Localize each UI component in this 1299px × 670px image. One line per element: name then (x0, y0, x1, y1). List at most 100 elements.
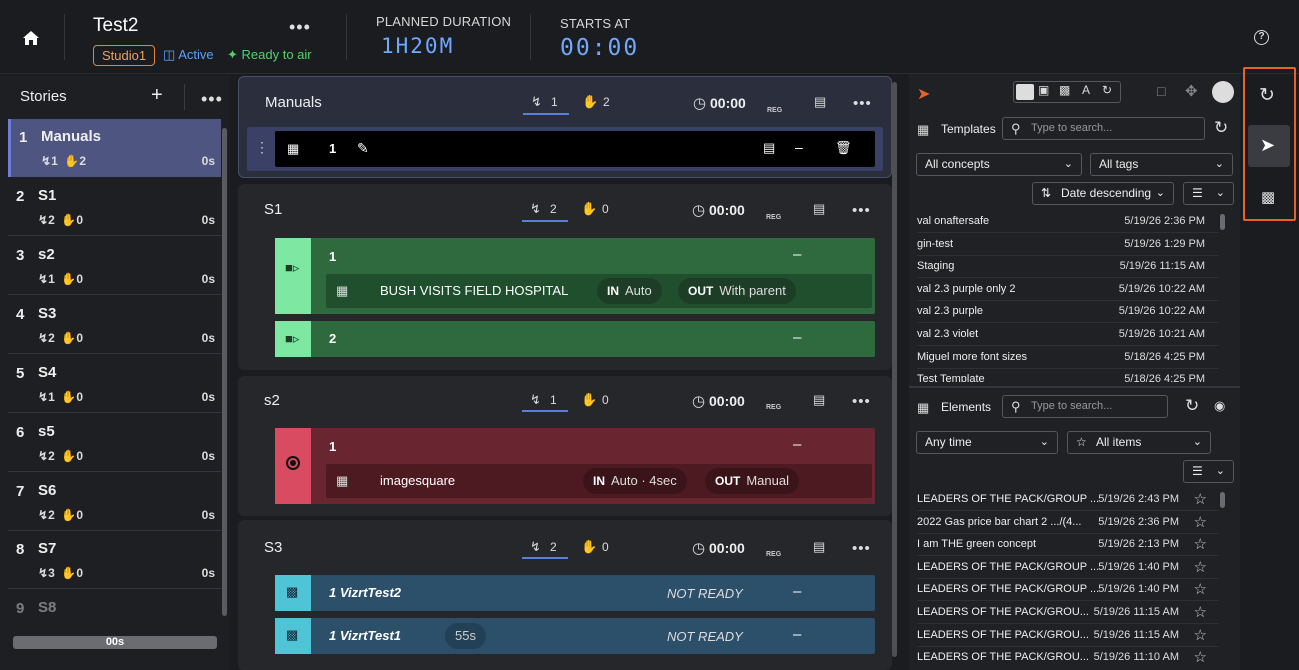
send-panel-button[interactable]: ➤ (1248, 125, 1290, 167)
card-more-icon[interactable]: ••• (852, 541, 871, 556)
reg-icon[interactable]: REG (767, 107, 782, 114)
home-icon[interactable] (22, 30, 40, 46)
script-icon[interactable]: ▤ (813, 539, 825, 555)
search-icon: ⚲ (1011, 121, 1021, 136)
image-view-icon[interactable]: ▣ (1038, 83, 1049, 97)
list-item[interactable]: val 2.3 violet 5/19/26 10:21 AM (917, 324, 1219, 346)
list-item[interactable]: LEADERS OF THE PACK/GROU... 5/19/26 11:10… (917, 647, 1219, 663)
list-item[interactable]: val 2.3 purple only 2 5/19/26 10:22 AM (917, 279, 1219, 301)
list-item[interactable]: LEADERS OF THE PACK/GROU... 5/19/26 11:15… (917, 625, 1219, 647)
list-item[interactable]: Test Template 5/18/26 4:25 PM (917, 369, 1219, 382)
video-block[interactable]: ■▹ 1 – ▦ BUSH VISITS FIELD HOSPITAL IN Au… (275, 238, 875, 314)
image-icon (286, 456, 300, 470)
list-item[interactable]: LEADERS OF THE PACK/GROUP ... 5/19/26 2:4… (917, 489, 1219, 511)
card-more-icon[interactable]: ••• (852, 203, 871, 218)
video-block[interactable]: ■▹ 2 – (275, 321, 875, 357)
script-icon[interactable]: ▤ (813, 201, 825, 217)
elements-scrollbar[interactable] (1220, 492, 1225, 508)
script-icon[interactable]: ▤ (814, 94, 826, 110)
story-item[interactable]: 8 S7 ↯3 ✋0 0s (8, 531, 221, 589)
text-view-icon[interactable]: A (1082, 83, 1090, 97)
concepts-dropdown[interactable]: All concepts ⌄ (916, 153, 1082, 176)
manual-row[interactable]: ⋮⋮ ▦ 1 ✎ ▤ – 🗑 (247, 127, 883, 171)
image-block[interactable]: 1 – ▦ imagesquare IN Auto · 4sec OUT Manua… (275, 428, 875, 504)
list-item[interactable]: Staging 5/19/26 11:15 AM (917, 256, 1219, 278)
list-view-dropdown[interactable]: ☰ ⌄ (1183, 460, 1234, 483)
delete-icon[interactable]: 🗑 (835, 140, 852, 156)
story-card-s3[interactable]: S3 ↯ 2 ✋ 0 ◷ 00:00 REG ▤ ••• ▩ 1 VizrtTe… (238, 520, 892, 670)
refresh-icon[interactable]: ↻ (1185, 396, 1199, 416)
story-card-manuals[interactable]: Manuals ↯ 1 ✋ 2 ◷ 00:00 REG ▤ ••• ⋮⋮ ▦ 1… (238, 76, 892, 178)
list-item[interactable]: LEADERS OF THE PACK/GROUP ... 5/19/26 1:4… (917, 579, 1219, 601)
list-item[interactable]: 2022 Gas price bar chart 2 .../(4... 5/19… (917, 512, 1219, 534)
templates-search-input[interactable]: ⚲ Type to search... (1002, 117, 1205, 140)
template-icon: ▦ (336, 473, 349, 488)
story-item[interactable]: 1 Manuals ↯1 ✋2 0s (8, 119, 221, 177)
add-page-icon[interactable]: □ (1157, 83, 1165, 99)
element-row[interactable]: ▦ BUSH VISITS FIELD HOSPITAL IN Auto OUT W… (326, 274, 872, 308)
favorite-star-icon: ☆ (1193, 491, 1207, 508)
list-view-dropdown[interactable]: ☰ ⌄ (1183, 182, 1234, 205)
edit-icon[interactable]: ✎ (357, 140, 369, 157)
out-pill[interactable]: OUT Manual (705, 468, 799, 494)
user-avatar-icon[interactable] (1212, 81, 1234, 103)
templates-scrollbar[interactable] (1220, 214, 1225, 230)
story-item[interactable]: 2 S1 ↯2 ✋0 0s (8, 178, 221, 236)
reg-icon[interactable]: REG (766, 404, 781, 411)
script-icon[interactable]: ▤ (813, 392, 825, 408)
story-item[interactable]: 7 S6 ↯2 ✋0 0s (8, 473, 221, 531)
list-item[interactable]: val 2.3 purple 5/19/26 10:22 AM (917, 301, 1219, 323)
reg-icon[interactable]: REG (766, 214, 781, 221)
sync-view-icon[interactable]: ↻ (1102, 83, 1112, 97)
story-item[interactable]: 9 S8 (8, 590, 221, 620)
reg-icon[interactable]: REG (766, 551, 781, 558)
stories-scrollbar[interactable] (222, 128, 227, 616)
list-item[interactable]: I am THE green concept 5/19/26 2:13 PM ☆ (917, 534, 1219, 556)
card-more-icon[interactable]: ••• (853, 96, 872, 111)
sync-icon[interactable]: ↻ (1259, 84, 1275, 107)
tags-dropdown[interactable]: All tags ⌄ (1090, 153, 1233, 176)
list-item[interactable]: gin-test 5/19/26 1:29 PM (917, 234, 1219, 256)
sort-dropdown[interactable]: ⇅ Date descending ⌄ (1032, 182, 1174, 205)
pages-icon[interactable]: ▩ (1261, 188, 1275, 206)
list-item[interactable]: val onaftersafe 5/19/26 2:36 PM (917, 211, 1219, 233)
move-icon[interactable]: ✥ (1185, 82, 1198, 100)
eye-icon[interactable]: ◉ (1214, 398, 1225, 414)
story-item[interactable]: 6 s5 ↯2 ✋0 0s (8, 414, 221, 472)
refresh-icon[interactable]: ↻ (1214, 118, 1228, 138)
clip-block-tab: ▩ (275, 618, 311, 654)
list-item[interactable]: LEADERS OF THE PACK/GROU... 5/19/26 11:15… (917, 602, 1219, 624)
element-row[interactable]: ▦ imagesquare IN Auto · 4sec OUT Manual (326, 464, 872, 498)
story-item[interactable]: 5 S4 ↯1 ✋0 0s (8, 355, 221, 413)
story-card-title: s2 (264, 392, 280, 409)
template-view-icon[interactable] (1016, 84, 1034, 100)
card-more-icon[interactable]: ••• (852, 394, 871, 409)
list-item[interactable]: LEADERS OF THE PACK/GROUP ... 5/19/26 1:4… (917, 557, 1219, 579)
items-dropdown[interactable]: ☆ All items ⌄ (1067, 431, 1211, 454)
in-pill[interactable]: IN Auto · 4sec (583, 468, 687, 494)
clip-block[interactable]: ▩ 1 VizrtTest2 NOT READY – (275, 575, 875, 611)
block-title: 1 VizrtTest1 (329, 628, 402, 643)
more-options-icon[interactable]: ••• (289, 18, 311, 36)
story-card-s2[interactable]: s2 ↯ 1 ✋ 0 ◷ 00:00 REG ▤ ••• 1 – ▦ image… (238, 376, 892, 516)
help-icon[interactable]: ? (1254, 30, 1269, 45)
elements-search-input[interactable]: ⚲ Type to search... (1002, 395, 1168, 418)
story-card-s1[interactable]: S1 ↯ 2 ✋ 0 ◷ 00:00 REG ▤ ••• ■▹ 1 – ▦ BU… (238, 184, 892, 370)
in-pill[interactable]: IN Auto (597, 278, 662, 304)
rundown-scrollbar[interactable] (892, 82, 897, 657)
clip-block[interactable]: ▩ 1 VizrtTest1 55s NOT READY – (275, 618, 875, 654)
story-item[interactable]: 4 S3 ↯2 ✋0 0s (8, 296, 221, 354)
video-view-icon[interactable]: ▩ (1059, 83, 1070, 97)
video-block-tab: ■▹ (275, 321, 311, 357)
templates-list: val onaftersafe 5/19/26 2:36 PM gin-test 5… (909, 211, 1240, 382)
story-item[interactable]: 3 s2 ↯1 ✋0 0s (8, 237, 221, 295)
document-icon[interactable]: ▤ (763, 140, 775, 156)
time-dropdown[interactable]: Any time ⌄ (916, 431, 1058, 454)
list-item[interactable]: Miguel more font sizes 5/18/26 4:25 PM (917, 347, 1219, 369)
out-pill[interactable]: OUT With parent (678, 278, 796, 304)
stories-more-icon[interactable]: ••• (201, 90, 223, 108)
studio-badge[interactable]: Studio1 (93, 45, 156, 66)
video-block-tab: ■▹ (275, 238, 311, 314)
minus-icon[interactable]: – (795, 139, 803, 155)
add-story-icon[interactable]: + (151, 84, 163, 107)
